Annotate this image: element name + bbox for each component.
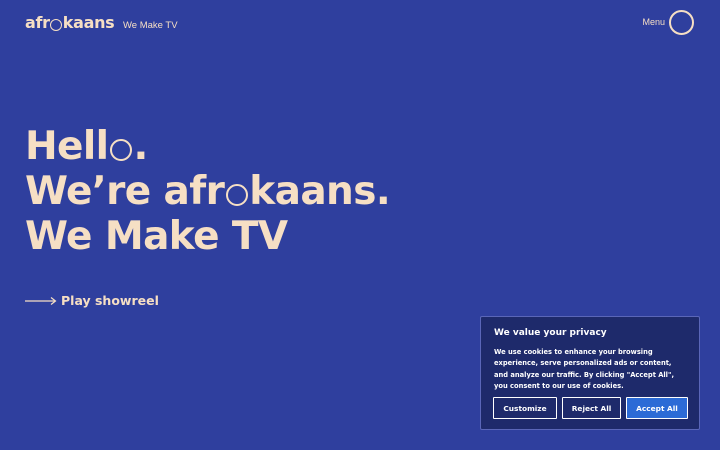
site-logo[interactable]: afr kaans [25,13,115,33]
hero-line-brand-end: kaans. [249,169,391,214]
play-showreel-label: Play showreel [61,293,159,308]
logo-text-start: afr [25,13,50,32]
hero-line-brand: We’re afr kaans. [25,169,391,214]
cookie-banner-title: We value your privacy [494,328,607,338]
site-header: afr kaans We Make TV Menu [0,0,720,46]
header-tagline: We Make TV [123,20,178,31]
logo-text-end: kaans [62,13,115,32]
play-showreel-link[interactable]: Play showreel [25,293,159,308]
cookie-consent-banner: We value your privacy We use cookies to … [480,316,700,430]
hero-line-hello: Hell . [25,124,390,169]
hero-line-tagline: We Make TV [25,214,288,259]
long-arrow-right-icon [25,296,57,305]
hero-line-hello-end: . [133,124,148,169]
hero-line-brand-start: We’re afr [25,169,225,214]
hero-ring-icon [109,139,132,161]
accept-all-button[interactable]: Accept All [626,397,688,419]
cookie-banner-text: We use cookies to enhance your browsing … [494,348,674,391]
menu-label[interactable]: Menu [642,17,665,27]
hero-line-hello-start: Hell [25,124,109,169]
menu-circle-button[interactable] [669,10,694,35]
cookie-banner-actions: Customize Reject All Accept All [493,397,688,419]
hero-heading: Hell . We’re afr kaans. We Make TV [25,124,391,259]
reject-all-button[interactable]: Reject All [562,397,621,419]
customize-button[interactable]: Customize [493,397,557,419]
logo-ring-icon [50,18,63,31]
hero-ring-icon [225,184,248,206]
